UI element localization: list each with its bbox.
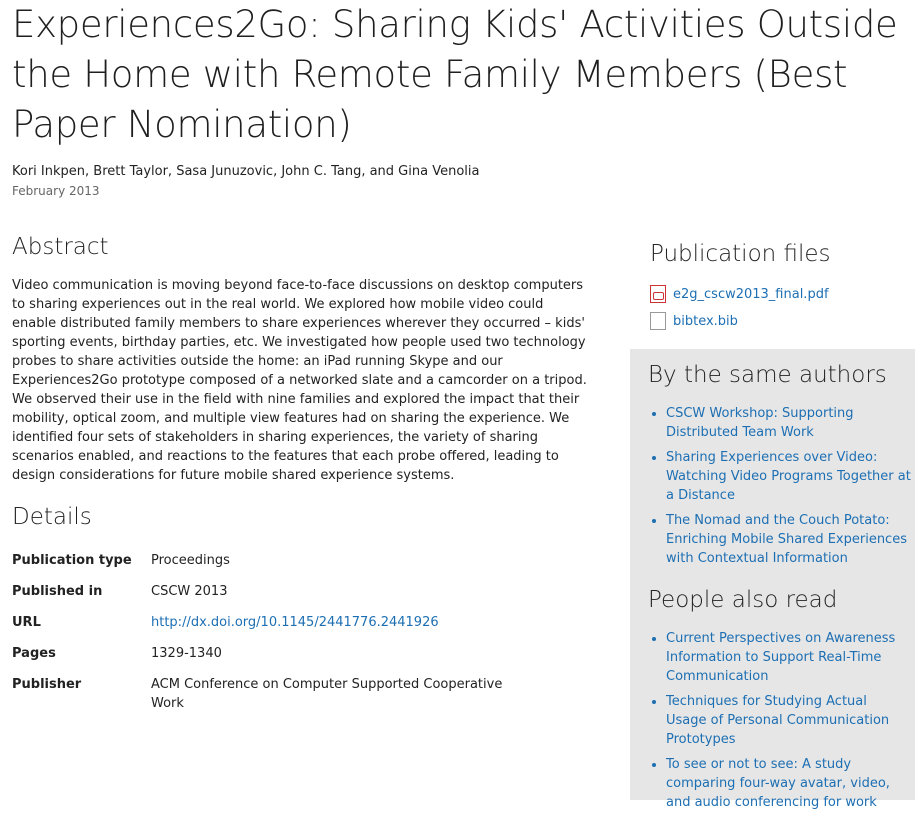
related-link[interactable]: Current Perspectives on Awareness Inform…	[666, 629, 911, 686]
same-authors-list: CSCW Workshop: Supporting Distributed Te…	[648, 404, 911, 574]
also-read-list: Current Perspectives on Awareness Inform…	[648, 629, 911, 818]
details-key: Published in	[12, 584, 103, 599]
details-row-published-in: Published in CSCW 2013	[12, 582, 532, 601]
file-link-pdf[interactable]: e2g_cscw2013_final.pdf	[650, 285, 829, 303]
details-key: Publisher	[12, 677, 82, 692]
also-read-heading: People also read	[648, 587, 838, 613]
abstract-heading: Abstract	[12, 234, 109, 260]
doi-link[interactable]: http://dx.doi.org/10.1145/2441776.244192…	[151, 613, 511, 632]
file-link-bib[interactable]: bibtex.bib	[650, 312, 738, 330]
authors: Kori Inkpen, Brett Taylor, Sasa Junuzovi…	[12, 164, 480, 179]
file-label: bibtex.bib	[673, 313, 738, 329]
related-link[interactable]: Sharing Experiences over Video: Watching…	[666, 448, 911, 505]
details-row-publisher: Publisher ACM Conference on Computer Sup…	[12, 675, 532, 713]
details-value: 1329-1340	[151, 646, 222, 661]
abstract-text: Video communication is moving beyond fac…	[12, 278, 587, 483]
publication-files-heading: Publication files	[650, 241, 831, 267]
details-table: Publication type Proceedings Published i…	[12, 551, 532, 725]
details-row-type: Publication type Proceedings	[12, 551, 532, 570]
page-title: Experiences2Go: Sharing Kids' Activities…	[12, 3, 898, 146]
details-value: CSCW 2013	[151, 584, 228, 599]
related-link[interactable]: The Nomad and the Couch Potato: Enrichin…	[666, 511, 911, 568]
details-key: URL	[12, 615, 41, 630]
related-link[interactable]: Techniques for Studying Actual Usage of …	[666, 692, 911, 749]
details-value: Proceedings	[151, 553, 230, 568]
related-link[interactable]: CSCW Workshop: Supporting Distributed Te…	[666, 404, 911, 442]
details-heading: Details	[12, 504, 92, 530]
document-icon	[650, 312, 666, 330]
details-row-url: URL http://dx.doi.org/10.1145/2441776.24…	[12, 613, 532, 632]
publication-date: February 2013	[12, 184, 100, 198]
details-key: Pages	[12, 646, 56, 661]
same-authors-heading: By the same authors	[648, 362, 887, 388]
details-row-pages: Pages 1329-1340	[12, 644, 532, 663]
details-value: ACM Conference on Computer Supported Coo…	[151, 677, 503, 711]
details-key: Publication type	[12, 553, 132, 568]
related-sidebar: By the same authors CSCW Workshop: Suppo…	[630, 349, 915, 810]
pdf-file-icon	[650, 285, 666, 303]
related-link[interactable]: To see or not to see: A study comparing …	[666, 755, 911, 812]
file-label: e2g_cscw2013_final.pdf	[673, 286, 829, 302]
